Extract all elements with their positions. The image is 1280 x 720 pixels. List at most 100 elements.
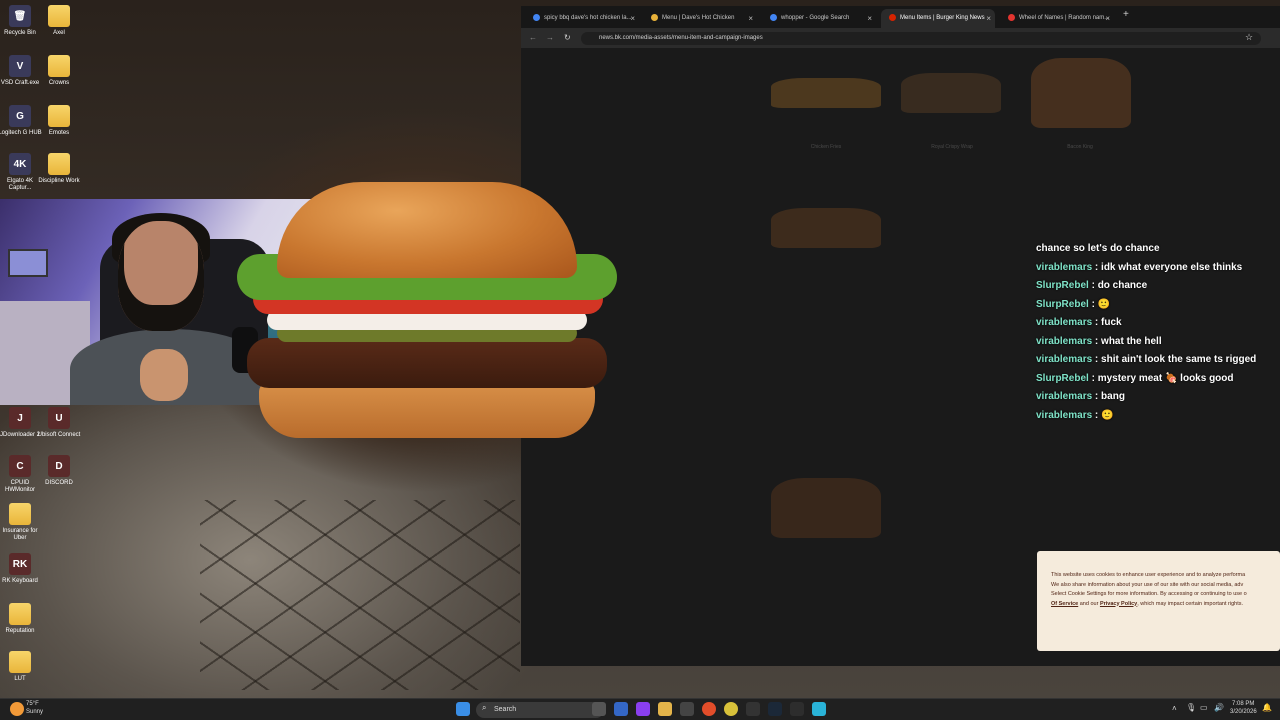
app-icon[interactable] [680,702,694,716]
chat-text: fuck [1101,317,1122,328]
desktop-icon[interactable]: Insurance for Uber [0,503,43,542]
tab-strip: spicy bbq dave's hot chicken la... × Menu … [521,6,1280,28]
chat-username: SlurpRebel [1036,280,1089,291]
chat-separator: : [1092,317,1102,328]
forward-icon[interactable]: → [546,33,554,42]
reload-icon[interactable]: ↻ [564,33,571,42]
desktop-icon[interactable]: LUT [0,651,43,683]
cookie-text-1: This website uses cookies to enhance use… [1051,572,1246,578]
desktop-icon[interactable]: Axel [36,5,82,37]
notification-icon[interactable]: 🔔 [1262,703,1272,712]
desktop-icon-label: Ubisoft Connect [37,432,81,438]
desktop-icon-image: 🗑 [9,5,31,27]
bookmark-star-icon[interactable]: ☆ [1245,32,1253,43]
tab-close-icon[interactable]: × [630,9,635,28]
top-bun [277,182,577,278]
volume-icon[interactable]: 🔊 [1214,703,1224,712]
tab-close-icon[interactable]: × [748,9,753,28]
desktop-icon[interactable]: RK RK Keyboard [0,553,43,585]
app-icon[interactable] [746,702,760,716]
tray-chevron-icon[interactable]: ˄ [1172,704,1177,713]
tab-label: Wheel of Names | Random nam... [1019,15,1110,21]
blanket-pattern [200,500,520,690]
clock-date[interactable]: 3/20/2026 [1230,709,1257,715]
chat-separator: : [1092,261,1102,273]
tab-close-icon[interactable]: × [1105,9,1110,28]
app-icon[interactable] [636,702,650,716]
app-icon[interactable] [790,702,804,716]
address-bar-row: ← → ↻ news.bk.com/media-assets/menu-item… [521,28,1280,48]
ghost-product [771,78,881,108]
desktop-icon[interactable]: Discipline Work [36,153,82,185]
clock-time[interactable]: 7:08 PM [1232,701,1254,707]
desktop-icon[interactable]: Emotes [36,105,82,137]
chat-message: virablemars : 🙂 [1036,410,1114,421]
back-icon[interactable]: ← [529,33,537,42]
steam-icon[interactable] [768,702,782,716]
chrome-icon[interactable] [724,702,738,716]
browser-tab[interactable]: Menu | Dave's Hot Chicken × [643,9,757,28]
tab-close-icon[interactable]: × [867,9,872,28]
desktop-icon-image [48,153,70,175]
chat-message: virablemars : shit ain't look the same t… [1036,354,1256,365]
chat-text: shit ain't look the same ts rigged [1101,354,1257,365]
desktop-icon-image [9,503,31,525]
bottom-bun [259,382,595,438]
ghost-product [1031,58,1131,128]
desktop-icon-image: U [48,407,70,429]
taskbar-search[interactable]: Search [476,702,604,718]
chat-separator: : [1088,280,1098,291]
chat-text: do chance [1097,280,1148,291]
desktop-icon-label: Emotes [48,130,70,136]
taskbar: 75°F Sunny Search ⌕ ˄ 🎙 ▭ 🔊 7:08 PM 3/20… [0,698,1280,720]
tab-favicon-icon [889,13,896,21]
app-icon[interactable] [702,702,716,716]
browser-tab[interactable]: Wheel of Names | Random nam... × [1000,9,1114,28]
browser-tab[interactable]: Menu Items | Burger King News × [881,9,995,28]
desktop-icon-image: G [9,105,31,127]
search-label: Search [494,706,517,713]
tab-close-icon[interactable]: × [986,9,991,28]
weather-temp[interactable]: 75°F [26,701,39,707]
browser-tab[interactable]: spicy bbq dave's hot chicken la... × [525,9,639,28]
desktop-icon[interactable]: Reputation [0,603,43,635]
chat-username: virablemars [1036,391,1093,402]
tab-label: spicy bbq dave's hot chicken la... [544,15,632,21]
chat-message: virablemars : bang [1036,391,1125,402]
url-field[interactable]: news.bk.com/media-assets/menu-item-and-c… [581,32,1261,45]
cookie-text-2: We also share information about your use… [1051,581,1244,588]
chat-message: virablemars : idk what everyone else thi… [1036,262,1242,273]
chat-username: virablemars [1036,335,1093,347]
weather-cond[interactable]: Sunny [26,709,43,715]
cookie-banner: This website uses cookies to enhance use… [1037,551,1280,651]
weather-icon[interactable] [10,702,24,716]
chat-message: SlurpRebel : mystery meat 🍖 looks good [1036,373,1234,384]
tab-label: Menu Items | Burger King News [900,15,985,21]
chat-text: 🙂 [1101,409,1114,421]
desktop-icon[interactable]: U Ubisoft Connect [36,407,82,439]
task-view-icon[interactable] [592,702,606,716]
desktop-icon[interactable]: Crowns [36,55,82,87]
ghost-label: Bacon King [1067,144,1093,150]
desktop-icon-label: LUT [14,676,26,682]
desktop-icon[interactable]: D DISCORD [36,455,82,487]
chat-username: virablemars [1036,261,1093,273]
desktop-icon-label: Discipline Work [38,178,80,184]
chat-message: virablemars : what the hell [1036,336,1162,347]
app-icon[interactable] [812,702,826,716]
network-icon[interactable]: ▭ [1200,703,1208,712]
file-explorer-icon[interactable] [658,702,672,716]
chat-overlay: chance so let's do chance virablemars : i… [1034,243,1280,423]
chat-text: chance so let's do chance [1036,243,1160,254]
new-tab-button[interactable]: + [1123,9,1129,20]
app-icon[interactable] [614,702,628,716]
desktop-icon-image: J [9,407,31,429]
terms-link[interactable]: Of Service [1051,601,1078,607]
start-button-icon[interactable] [456,702,470,716]
privacy-link[interactable]: Privacy Policy [1100,601,1137,607]
browser-tab[interactable]: whopper - Google Search × [762,9,876,28]
chat-username: virablemars [1036,354,1093,365]
mic-icon[interactable]: 🎙 [1186,703,1196,712]
streamer-face [118,221,204,331]
ghost-product [901,73,1001,113]
